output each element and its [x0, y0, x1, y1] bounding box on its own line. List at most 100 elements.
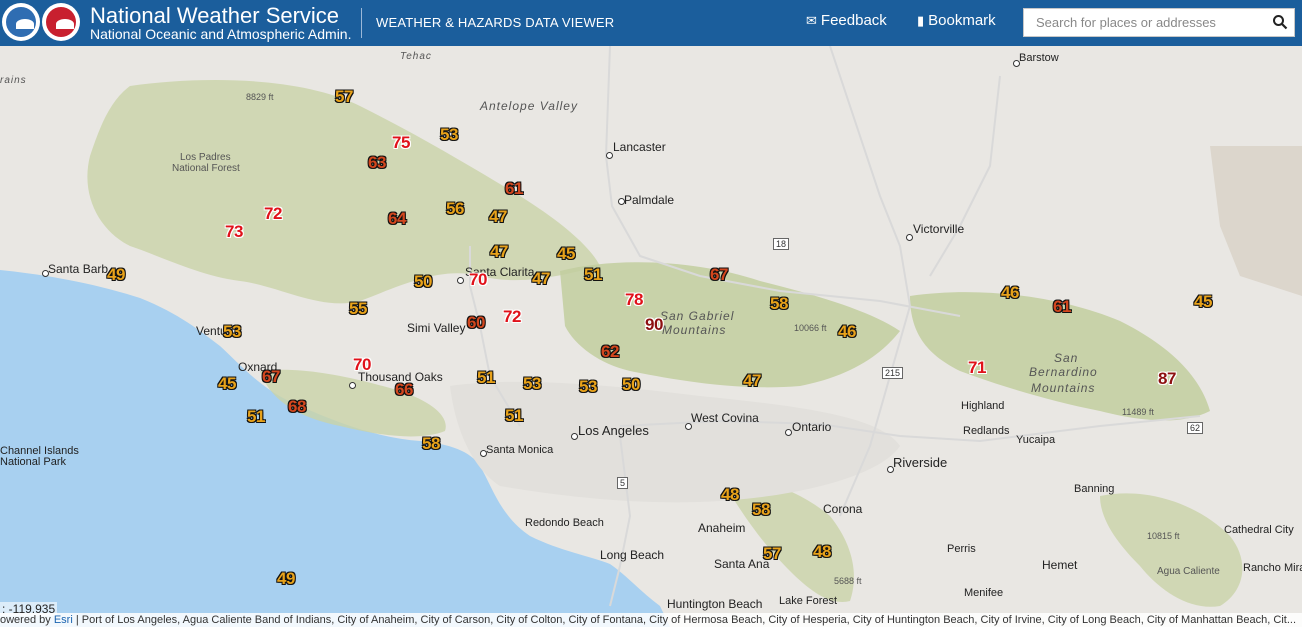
search-icon[interactable]: [1272, 14, 1288, 30]
title-block[interactable]: National Weather Service National Oceani…: [90, 5, 352, 42]
temp-marker[interactable]: 51: [477, 369, 495, 386]
place-label: West Covina: [691, 411, 759, 425]
temp-marker[interactable]: 66: [395, 381, 413, 398]
temp-marker[interactable]: 50: [622, 376, 640, 393]
temp-marker[interactable]: 53: [223, 323, 241, 340]
place-label: Huntington Beach: [667, 597, 763, 611]
temp-marker[interactable]: 90: [645, 316, 663, 333]
place-label: Lancaster: [613, 140, 666, 154]
temp-marker[interactable]: 61: [1053, 298, 1071, 315]
temp-marker[interactable]: 58: [752, 501, 770, 518]
temp-marker[interactable]: 50: [414, 273, 432, 290]
elevation-label: 10066 ft: [794, 323, 827, 333]
temp-marker[interactable]: 72: [503, 308, 521, 325]
bookmark-button[interactable]: ▮ Bookmark: [917, 12, 996, 29]
place-label: Santa Barb: [48, 262, 109, 276]
temp-marker[interactable]: 47: [532, 270, 550, 287]
place-label: Barstow: [1019, 52, 1059, 64]
temp-marker[interactable]: 73: [225, 223, 243, 240]
temp-marker[interactable]: 55: [349, 300, 367, 317]
temp-marker[interactable]: 75: [392, 134, 410, 151]
place-label: Banning: [1074, 483, 1115, 495]
noaa-logo[interactable]: [2, 3, 40, 41]
temp-marker[interactable]: 47: [743, 372, 761, 389]
place-label: Victorville: [913, 222, 965, 236]
highway-shield: 215: [882, 367, 904, 379]
place-label: Lake Forest: [779, 595, 838, 607]
temp-marker[interactable]: 78: [625, 291, 643, 308]
temp-marker[interactable]: 60: [467, 314, 485, 331]
region-label: San Gabriel: [660, 309, 735, 323]
temp-marker[interactable]: 70: [469, 271, 487, 288]
temp-marker[interactable]: 53: [579, 378, 597, 395]
esri-link[interactable]: Esri: [54, 614, 73, 626]
temp-marker[interactable]: 56: [446, 200, 464, 217]
place-label: Anaheim: [698, 521, 746, 535]
temp-marker[interactable]: 49: [277, 570, 295, 587]
map-attribution: owered by Esri | Port of Los Angeles, Ag…: [0, 613, 1302, 627]
temp-marker[interactable]: 48: [813, 543, 831, 560]
place-label: Hemet: [1042, 558, 1078, 572]
highway-shield: 18: [773, 238, 790, 250]
place-label: Riverside: [893, 455, 948, 470]
nws-logo[interactable]: [42, 3, 80, 41]
feedback-label: Feedback: [820, 12, 887, 29]
temp-marker[interactable]: 47: [489, 208, 507, 225]
app-subtitle: National Oceanic and Atmospheric Admin.: [90, 26, 352, 42]
temp-marker[interactable]: 67: [262, 368, 280, 385]
place-dot: [571, 433, 578, 440]
temp-marker[interactable]: 57: [335, 88, 353, 105]
temp-marker[interactable]: 45: [557, 245, 575, 262]
temp-marker[interactable]: 57: [763, 545, 781, 562]
temp-marker[interactable]: 62: [601, 343, 619, 360]
search-box: [1023, 8, 1295, 37]
temp-marker[interactable]: 68: [288, 398, 306, 415]
place-label: Los Angeles: [578, 423, 649, 438]
temp-marker[interactable]: 49: [107, 266, 125, 283]
temp-marker[interactable]: 58: [422, 435, 440, 452]
temp-marker[interactable]: 45: [1194, 293, 1212, 310]
region-label: Tehac: [400, 51, 432, 62]
attribution-text: | Port of Los Angeles, Agua Caliente Ban…: [72, 614, 1297, 626]
place-label: Redondo Beach: [525, 517, 604, 529]
temp-marker[interactable]: 46: [1001, 284, 1019, 301]
place-label: Menifee: [964, 587, 1004, 599]
place-label: Rancho Mirag: [1243, 562, 1302, 574]
app-header: National Weather Service National Oceani…: [0, 0, 1302, 46]
forest-label: Los Padres: [180, 152, 231, 163]
elevation-label: 8829 ft: [246, 92, 274, 102]
highway-shield: 5: [617, 477, 629, 489]
temp-marker[interactable]: 58: [770, 295, 788, 312]
temp-marker[interactable]: 51: [505, 407, 523, 424]
place-dot: [349, 382, 356, 389]
place-label: Highland: [961, 400, 1005, 412]
temp-marker[interactable]: 61: [505, 180, 523, 197]
temp-marker[interactable]: 71: [968, 359, 986, 376]
feedback-button[interactable]: ✉ Feedback: [806, 12, 887, 29]
region-label: Antelope Valley: [480, 99, 578, 113]
temp-marker[interactable]: 51: [247, 408, 265, 425]
temp-marker[interactable]: 63: [368, 154, 386, 171]
temp-marker[interactable]: 70: [353, 356, 371, 373]
temp-marker[interactable]: 53: [523, 375, 541, 392]
temp-marker[interactable]: 46: [838, 323, 856, 340]
map-view[interactable]: Antelope Valley San Gabriel Mountains Sa…: [0, 46, 1302, 627]
temp-marker[interactable]: 48: [721, 486, 739, 503]
search-input[interactable]: [1030, 12, 1282, 33]
place-label: Cathedral City: [1224, 524, 1294, 536]
place-dot: [457, 277, 464, 284]
temp-marker[interactable]: 67: [710, 266, 728, 283]
place-label: Perris: [947, 543, 976, 555]
envelope-icon: ✉: [806, 13, 817, 28]
temp-marker[interactable]: 64: [388, 210, 406, 227]
place-label: Ontario: [792, 420, 832, 434]
temp-marker[interactable]: 47: [490, 243, 508, 260]
temp-marker[interactable]: 45: [218, 375, 236, 392]
temp-marker[interactable]: 87: [1158, 370, 1176, 387]
temp-marker[interactable]: 51: [584, 266, 602, 283]
place-label: Palmdale: [624, 193, 675, 207]
place-label: Simi Valley: [407, 321, 466, 335]
viewer-title: WEATHER & HAZARDS DATA VIEWER: [376, 15, 615, 30]
temp-marker[interactable]: 53: [440, 126, 458, 143]
temp-marker[interactable]: 72: [264, 205, 282, 222]
